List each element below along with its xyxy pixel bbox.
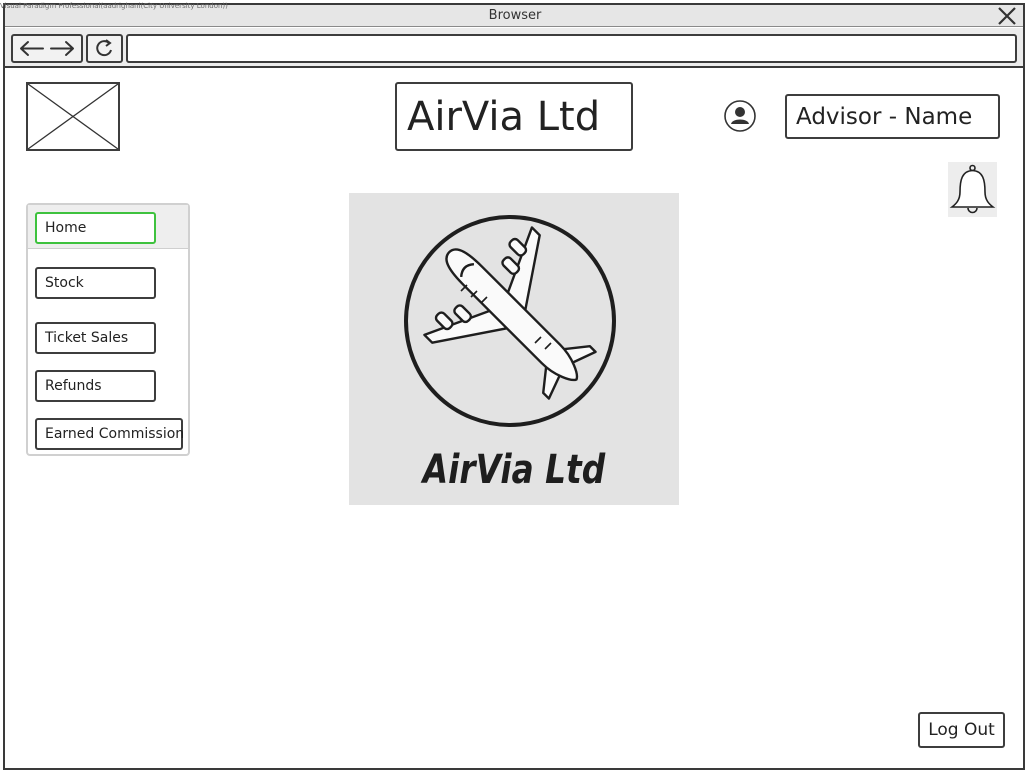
- company-logo: AirVia Ltd: [349, 193, 679, 505]
- airplane-icon: [423, 226, 597, 400]
- back-forward-buttons[interactable]: [11, 34, 83, 63]
- sidebar-item-refunds[interactable]: Refunds: [35, 370, 156, 402]
- user-icon[interactable]: [723, 99, 757, 133]
- image-placeholder-icon: [27, 83, 119, 150]
- close-icon[interactable]: [996, 5, 1018, 27]
- reload-icon: [96, 39, 112, 57]
- sidebar-item-ticket-sales[interactable]: Ticket Sales: [35, 322, 156, 354]
- sidebar-item-stock[interactable]: Stock: [35, 267, 156, 299]
- reload-button[interactable]: [86, 34, 123, 63]
- logo-placeholder: [26, 82, 120, 151]
- back-arrow-icon[interactable]: [20, 41, 44, 56]
- window-title: Browser: [488, 8, 542, 23]
- log-out-button[interactable]: Log Out: [918, 712, 1005, 748]
- logo-brand-text: AirVia Ltd: [420, 446, 606, 493]
- bell-icon[interactable]: [948, 162, 997, 217]
- forward-arrow-icon[interactable]: [50, 41, 74, 56]
- address-bar[interactable]: [126, 34, 1017, 63]
- advisor-name: Advisor - Name: [785, 94, 1000, 139]
- app-title: AirVia Ltd: [395, 82, 633, 151]
- sidebar-item-earned-commission[interactable]: Earned Commission: [35, 418, 184, 450]
- sidebar-item-home[interactable]: Home: [35, 212, 156, 244]
